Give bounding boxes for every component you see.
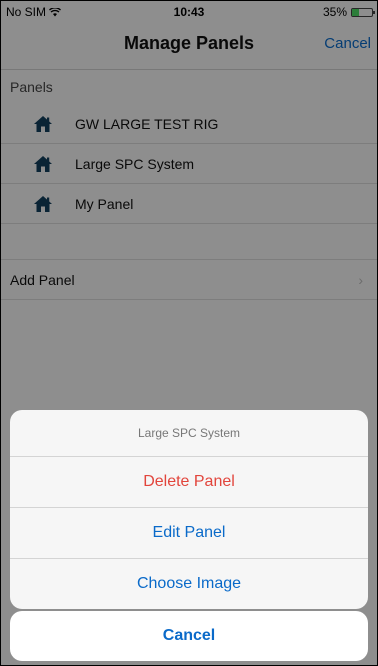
action-sheet: Large SPC System Delete Panel Edit Panel… — [10, 410, 368, 609]
choose-image-button[interactable]: Choose Image — [10, 559, 368, 609]
edit-panel-button[interactable]: Edit Panel — [10, 508, 368, 559]
app-screen: No SIM 10:43 35% Manage Panels Cancel Pa… — [0, 0, 378, 666]
delete-panel-button[interactable]: Delete Panel — [10, 457, 368, 508]
action-sheet-cancel-button[interactable]: Cancel — [10, 611, 368, 661]
action-sheet-title: Large SPC System — [10, 410, 368, 457]
